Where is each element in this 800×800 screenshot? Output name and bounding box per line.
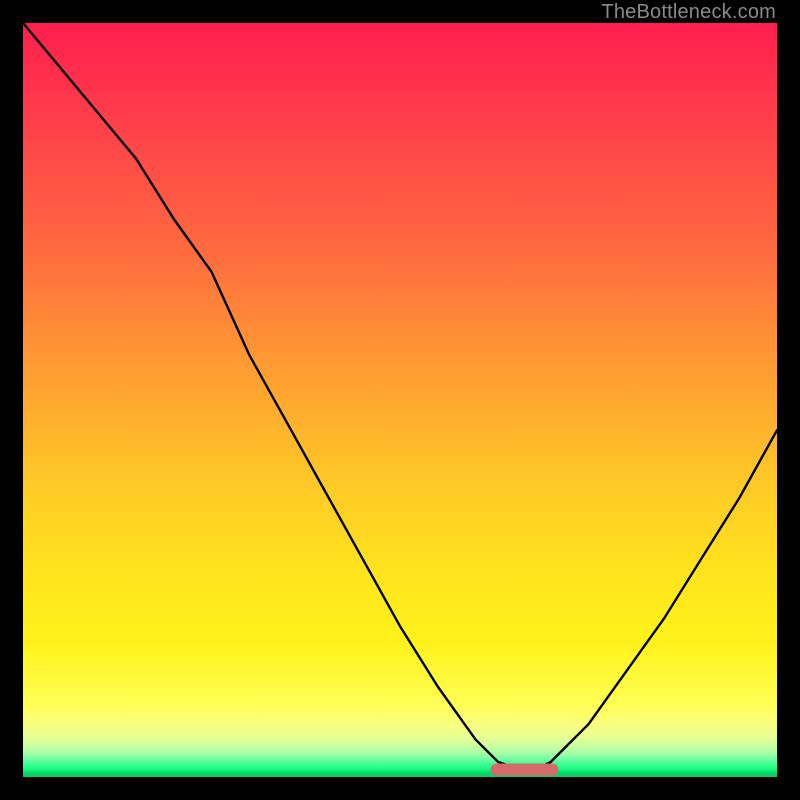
chart-overlay-svg: [23, 23, 777, 777]
optimal-range-pill: [491, 764, 559, 776]
chart-frame: [23, 23, 777, 777]
bottleneck-curve: [23, 23, 777, 770]
watermark-text: TheBottleneck.com: [601, 1, 776, 24]
